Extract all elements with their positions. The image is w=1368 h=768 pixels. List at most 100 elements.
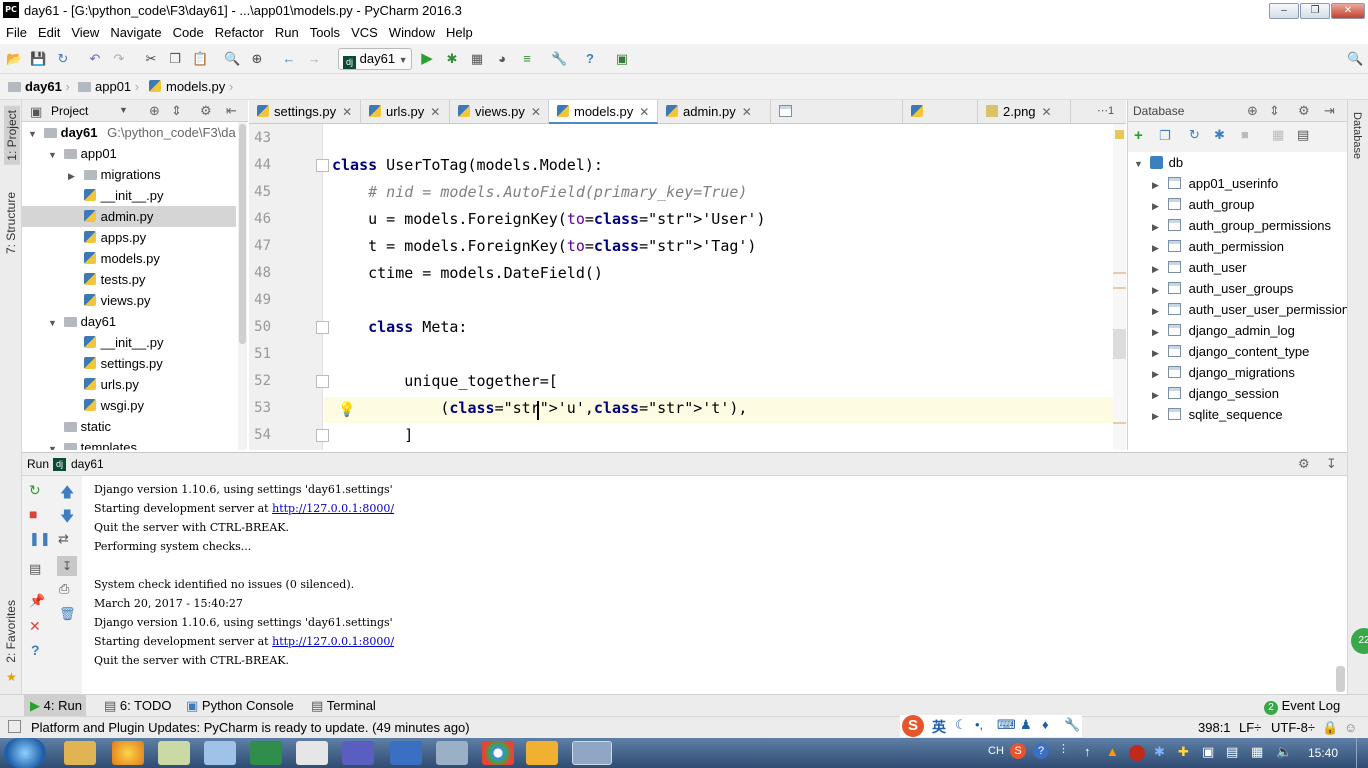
- stripe-mark[interactable]: [1113, 422, 1126, 424]
- code-editor[interactable]: 43 44 45 46 47 48 49 50 51 52 53 54 class UserToTag…: [249, 124, 1126, 450]
- line-separator[interactable]: LF÷: [1239, 720, 1261, 735]
- run-console[interactable]: March 20, 2017 - 15:40:15 Django version …: [82, 476, 1347, 694]
- settings-icon[interactable]: ⚙: [1298, 103, 1310, 119]
- database-tool-tab[interactable]: Database: [1351, 112, 1363, 159]
- moon-icon[interactable]: ☾: [955, 717, 967, 733]
- clock[interactable]: 15:40: [1308, 746, 1338, 760]
- close-icon[interactable]: ✕: [639, 105, 649, 119]
- database-table-item[interactable]: ▶ django_content_type: [1128, 341, 1348, 362]
- project-tree-item[interactable]: ▼ templates: [22, 437, 236, 450]
- favorites-tool-tab[interactable]: 2: Favorites: [4, 600, 18, 663]
- database-table-item[interactable]: ▶ sqlite_sequence: [1128, 404, 1348, 425]
- soft-wrap-icon[interactable]: ⇄: [58, 531, 69, 547]
- input-language[interactable]: CH: [988, 745, 1004, 757]
- close-icon[interactable]: ✕: [1042, 105, 1052, 119]
- tray-arrow-icon[interactable]: ↑: [1084, 744, 1091, 759]
- scrollbar-thumb[interactable]: [239, 124, 246, 344]
- project-tree-item[interactable]: __init__.py: [22, 185, 236, 206]
- sync-icon[interactable]: ↻: [55, 51, 71, 67]
- project-tree-item[interactable]: models.py: [22, 248, 236, 269]
- volume-icon[interactable]: 🔈: [1276, 744, 1292, 760]
- menu-file[interactable]: File: [0, 22, 32, 40]
- app-taskbar-icon[interactable]: [296, 741, 328, 765]
- code-line[interactable]: t = models.ForeignKey(to=class="str">'Ta…: [332, 237, 756, 255]
- run-config-tab[interactable]: day61: [71, 457, 104, 471]
- toggle-tool-windows-icon[interactable]: [8, 720, 21, 733]
- cut-icon[interactable]: ✂: [143, 51, 159, 67]
- keyboard-icon[interactable]: ⌨: [997, 717, 1016, 733]
- start-button[interactable]: [4, 738, 46, 768]
- arrow-up-icon[interactable]: 🡅: [60, 482, 74, 506]
- close-icon[interactable]: ✕: [342, 105, 352, 119]
- code-line[interactable]: u = models.ForeignKey(to=class="str">'Us…: [332, 210, 765, 228]
- server-url-link[interactable]: http://127.0.0.1:8000/: [272, 502, 394, 515]
- back-icon[interactable]: ←: [281, 51, 297, 67]
- undo-icon[interactable]: ↶: [87, 51, 103, 67]
- file-encoding[interactable]: UTF-8÷: [1271, 720, 1315, 735]
- chevron-right-icon[interactable]: ▶: [1152, 364, 1164, 383]
- lightbulb-icon[interactable]: 💡: [338, 401, 355, 418]
- wrench-icon[interactable]: 🔧: [1064, 717, 1080, 733]
- menu-refactor[interactable]: Refactor: [209, 22, 269, 40]
- add-datasource-icon[interactable]: +: [1134, 127, 1143, 144]
- chevron-down-icon[interactable]: ▼: [48, 145, 60, 164]
- breadcrumb-models[interactable]: models.py ›: [149, 79, 233, 94]
- punctuation-icon[interactable]: •,: [975, 717, 983, 732]
- breadcrumb-app01[interactable]: app01 ›: [78, 79, 139, 94]
- replace-icon[interactable]: ⊕: [249, 51, 265, 67]
- database-table-item[interactable]: ▶ auth_user_user_permission: [1128, 299, 1348, 320]
- database-table-item[interactable]: ▶ django_migrations: [1128, 362, 1348, 383]
- table-icon[interactable]: ▦: [1272, 127, 1284, 143]
- search-everywhere-icon[interactable]: 🔍: [1347, 51, 1363, 67]
- close-button[interactable]: ✕: [1331, 3, 1365, 19]
- player-taskbar-icon[interactable]: [526, 741, 558, 765]
- chevron-right-icon[interactable]: ▶: [1152, 280, 1164, 299]
- profile-icon[interactable]: ◕: [494, 51, 510, 67]
- tab-settings-py[interactable]: settings.py ✕: [249, 100, 361, 124]
- tab-test-py[interactable]: test.py✕: [903, 100, 978, 143]
- project-tree-item[interactable]: settings.py: [22, 353, 236, 374]
- minimize-button[interactable]: –: [1269, 3, 1299, 19]
- chevron-down-icon[interactable]: ▼: [28, 124, 40, 143]
- tab-terminal[interactable]: ▤ Terminal: [311, 698, 376, 714]
- find-icon[interactable]: 🔍: [224, 51, 240, 67]
- collapse-all-icon[interactable]: ⇕: [1269, 103, 1280, 119]
- open-icon[interactable]: 📂: [6, 51, 22, 67]
- help-icon[interactable]: ?: [31, 642, 40, 658]
- project-tool-tab[interactable]: 1: Project: [4, 106, 20, 165]
- chevron-right-icon[interactable]: ▶: [1152, 259, 1164, 278]
- project-tree-item[interactable]: ▼ app01: [22, 143, 236, 164]
- menu-edit[interactable]: Edit: [32, 22, 65, 40]
- chevron-right-icon[interactable]: ▶: [1152, 343, 1164, 362]
- code-line[interactable]: (class="str">'u',class="str">'t'),: [332, 399, 747, 417]
- hector-icon[interactable]: ☺: [1344, 720, 1357, 735]
- settings-icon[interactable]: 🔧: [551, 51, 567, 67]
- hide-icon[interactable]: ⇤: [226, 103, 237, 119]
- chevron-down-icon[interactable]: ▼: [48, 313, 60, 332]
- maximize-button[interactable]: ❐: [1300, 3, 1330, 19]
- menu-vcs[interactable]: VCS: [345, 22, 383, 40]
- sogou-ime-icon[interactable]: S: [902, 715, 924, 737]
- code-line[interactable]: class Meta:: [332, 318, 467, 336]
- trash-icon[interactable]: 🗑: [59, 606, 76, 622]
- help-icon[interactable]: ?: [582, 51, 598, 67]
- close-icon[interactable]: ✕: [430, 105, 440, 119]
- scrollbar-thumb[interactable]: [1113, 329, 1126, 359]
- menu-run[interactable]: Run: [269, 22, 304, 40]
- tab-2-png[interactable]: 2.png ✕: [978, 100, 1071, 124]
- chevron-right-icon[interactable]: ▶: [1152, 238, 1164, 257]
- scroll-to-end-icon[interactable]: ↧: [57, 556, 77, 576]
- code-line[interactable]: ]: [332, 426, 413, 444]
- pycharm-taskbar-icon[interactable]: [572, 741, 612, 765]
- database-root[interactable]: ▼ db: [1128, 152, 1348, 173]
- menu-help[interactable]: Help: [440, 22, 478, 40]
- chrome-taskbar-icon[interactable]: [482, 741, 514, 765]
- rerun-icon[interactable]: ↻: [29, 482, 41, 499]
- project-tree-item[interactable]: static: [22, 416, 236, 437]
- redo-icon[interactable]: ↷: [111, 51, 127, 67]
- record-icon[interactable]: [1129, 745, 1145, 761]
- database-table-item[interactable]: ▶ django_session: [1128, 383, 1348, 404]
- project-tree-item[interactable]: __init__.py: [22, 332, 236, 353]
- word-taskbar-icon[interactable]: [390, 741, 422, 765]
- hide-icon[interactable]: ↧: [1326, 456, 1337, 472]
